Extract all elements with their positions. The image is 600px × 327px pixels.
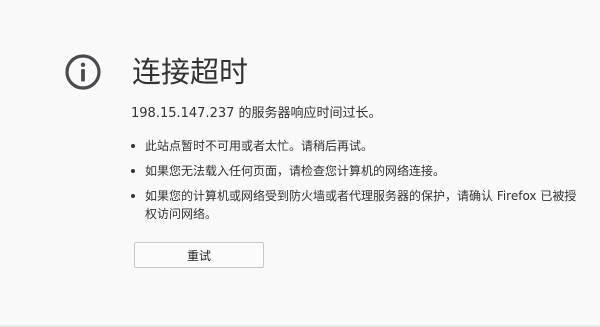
error-description: 198.15.147.237 的服务器响应时间过长。 xyxy=(131,106,382,121)
suggestion-item: 如果您的计算机或网络受到防火墙或者代理服务器的保护，请确认 Firefox 已被… xyxy=(131,187,581,223)
suggestion-text: 如果您无法载入任何页面，请检查您计算机的网络连接。 xyxy=(145,164,446,178)
bullet-icon xyxy=(131,194,135,198)
page-title: 连接超时 xyxy=(132,55,249,89)
suggestion-text: 如果您的计算机或网络受到防火墙或者代理服务器的保护，请确认 Firefox 已被… xyxy=(145,189,577,221)
suggestion-item: 此站点暂时不可用或者太忙。请稍后再试。 xyxy=(131,137,581,155)
info-circle-icon xyxy=(65,54,101,90)
bullet-icon xyxy=(131,144,135,148)
suggestion-item: 如果您无法载入任何页面，请检查您计算机的网络连接。 xyxy=(131,162,581,180)
suggestion-text: 此站点暂时不可用或者太忙。请稍后再试。 xyxy=(145,139,374,153)
bullet-icon xyxy=(131,169,135,173)
retry-button[interactable]: 重试 xyxy=(134,242,264,268)
suggestions-list: 此站点暂时不可用或者太忙。请稍后再试。 如果您无法载入任何页面，请检查您计算机的… xyxy=(131,137,581,230)
error-page: 连接超时 198.15.147.237 的服务器响应时间过长。 此站点暂时不可用… xyxy=(0,0,600,327)
error-title-row: 连接超时 xyxy=(64,52,248,92)
